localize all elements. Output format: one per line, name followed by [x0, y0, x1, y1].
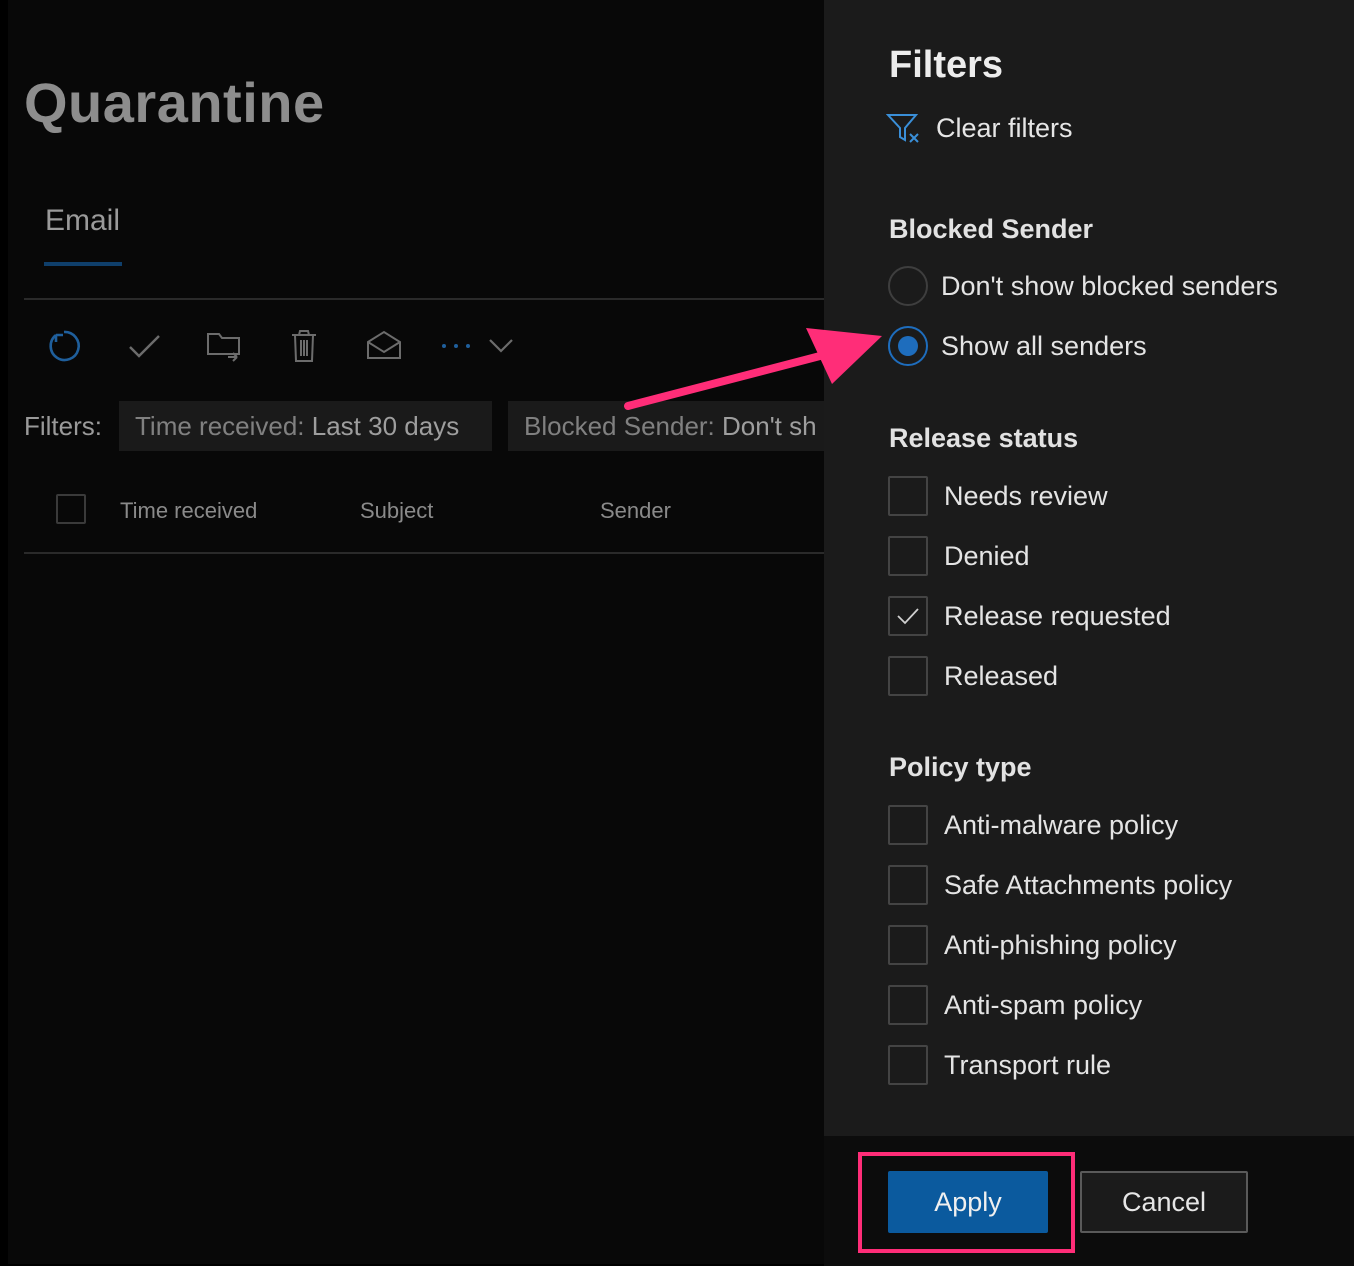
- clear-filters-label: Clear filters: [936, 112, 1073, 143]
- annotation-arrow-icon: [624, 328, 882, 410]
- checkbox[interactable]: [888, 536, 928, 576]
- column-header-subject[interactable]: Subject: [360, 498, 433, 524]
- folder-move-icon[interactable]: [204, 326, 244, 366]
- tab-email[interactable]: Email: [45, 204, 120, 238]
- filters-panel: Filters Clear filters Blocked Sender Don…: [824, 0, 1354, 1266]
- checkbox[interactable]: [888, 985, 928, 1025]
- radio-dont-show-blocked-senders[interactable]: Don't show blocked senders: [888, 266, 1278, 306]
- checkbox-release-requested[interactable]: Release requested: [888, 596, 1171, 636]
- chip-value: Last 30 days: [311, 411, 460, 441]
- column-header-sender[interactable]: Sender: [600, 498, 671, 524]
- checkbox[interactable]: [888, 805, 928, 845]
- checkbox-label: Anti-malware policy: [944, 809, 1179, 840]
- tab-email-underline: [44, 262, 122, 266]
- cancel-button[interactable]: Cancel: [1080, 1171, 1248, 1233]
- tab-divider: [24, 298, 824, 300]
- checkbox[interactable]: [888, 1045, 928, 1085]
- checkbox[interactable]: [888, 925, 928, 965]
- checkbox-safe-attachments-policy[interactable]: Safe Attachments policy: [888, 865, 1232, 905]
- annotation-highlight-box: [858, 1152, 1075, 1253]
- section-title-release-status: Release status: [889, 423, 1079, 453]
- checkbox-anti-phishing-policy[interactable]: Anti-phishing policy: [888, 925, 1177, 965]
- filter-clear-icon: [886, 114, 919, 143]
- checkbox-released[interactable]: Released: [888, 656, 1058, 696]
- radio-button[interactable]: [888, 326, 928, 366]
- envelope-open-icon[interactable]: [364, 326, 404, 366]
- radio-show-all-senders[interactable]: Show all senders: [888, 326, 1147, 366]
- radio-button[interactable]: [888, 266, 928, 306]
- section-title-blocked-sender: Blocked Sender: [889, 214, 1094, 244]
- checkbox-needs-review[interactable]: Needs review: [888, 476, 1108, 516]
- more-icon[interactable]: [436, 326, 476, 366]
- checkbox-transport-rule[interactable]: Transport rule: [888, 1045, 1111, 1085]
- checkbox-label: Needs review: [944, 480, 1108, 511]
- radio-label: Show all senders: [941, 330, 1147, 361]
- panel-title: Filters: [889, 44, 1004, 86]
- select-all-checkbox[interactable]: [56, 494, 86, 524]
- checkbox-anti-malware-policy[interactable]: Anti-malware policy: [888, 805, 1178, 845]
- refresh-icon[interactable]: [44, 326, 84, 366]
- trash-icon[interactable]: [284, 326, 324, 366]
- chip-name: Time received:: [135, 411, 312, 441]
- filters-label: Filters:: [24, 411, 102, 441]
- checkbox-label: Transport rule: [944, 1049, 1112, 1080]
- checkbox-label: Released: [944, 660, 1059, 691]
- checkmark-icon[interactable]: [124, 326, 164, 366]
- checkbox-label: Anti-phishing policy: [944, 929, 1177, 960]
- checkbox[interactable]: [888, 596, 928, 636]
- checkbox-label: Denied: [944, 540, 1030, 571]
- checkmark-icon: [897, 608, 919, 625]
- chevron-down-icon[interactable]: [484, 326, 524, 366]
- checkbox-label: Release requested: [944, 600, 1171, 631]
- checkbox[interactable]: [888, 865, 928, 905]
- table-header-divider: [24, 552, 824, 554]
- radio-label: Don't show blocked senders: [941, 270, 1278, 301]
- checkbox-label: Anti-spam policy: [944, 989, 1143, 1020]
- clear-filters-button[interactable]: Clear filters: [886, 108, 1073, 148]
- checkbox[interactable]: [888, 656, 928, 696]
- checkbox-anti-spam-policy[interactable]: Anti-spam policy: [888, 985, 1142, 1025]
- checkbox-label: Safe Attachments policy: [944, 869, 1233, 900]
- checkbox[interactable]: [888, 476, 928, 516]
- checkbox-denied[interactable]: Denied: [888, 536, 1030, 576]
- filter-chip-time-received[interactable]: Time received: Last 30 days: [119, 401, 492, 451]
- column-header-time-received[interactable]: Time received: [120, 498, 257, 524]
- quarantine-page: Quarantine Email Filters: Time received:…: [8, 0, 824, 1264]
- page-title: Quarantine: [24, 71, 325, 134]
- section-title-policy-type: Policy type: [889, 752, 1032, 782]
